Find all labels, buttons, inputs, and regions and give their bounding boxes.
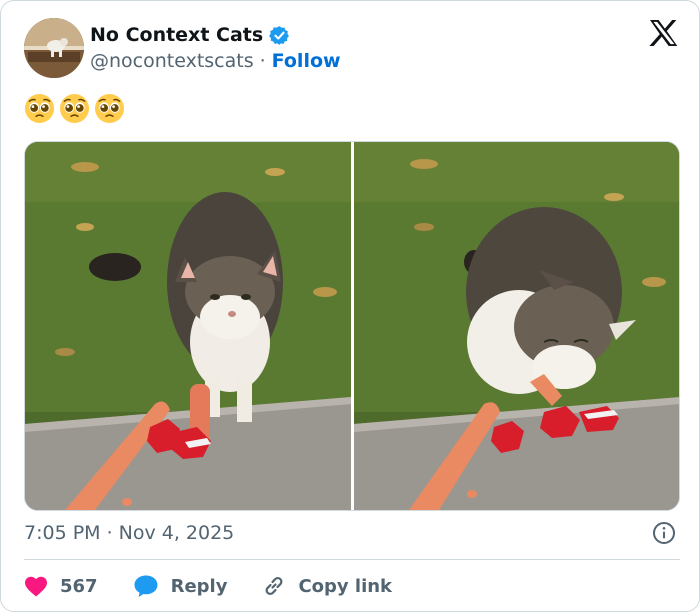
- heart-icon: [25, 576, 47, 597]
- pleading-face-emoji: [24, 93, 55, 124]
- pleading-face-emoji: [94, 93, 125, 124]
- link-icon: [266, 576, 283, 596]
- tweet-date: Nov 4, 2025: [118, 522, 235, 544]
- cat-approaching-sausages-photo[interactable]: [25, 142, 351, 510]
- tweet-time: 7:05 PM: [24, 522, 101, 544]
- reply-label: Reply: [170, 575, 228, 597]
- author-name-row: No Context Cats: [90, 22, 290, 48]
- like-count: 567: [60, 575, 98, 597]
- display-name[interactable]: No Context Cats: [90, 24, 263, 46]
- reply-bubble-icon: [134, 575, 158, 597]
- copy-link-label: Copy link: [298, 575, 393, 597]
- tweet-timestamp[interactable]: 7:05 PM · Nov 4, 2025: [24, 520, 234, 546]
- avatar[interactable]: [24, 18, 84, 78]
- x-logo-icon[interactable]: [649, 19, 679, 47]
- copy-link-button[interactable]: Copy link: [262, 574, 392, 598]
- info-icon[interactable]: [652, 521, 676, 545]
- pleading-face-emoji: [59, 93, 90, 124]
- handle-separator: ·: [259, 50, 266, 72]
- timestamp-separator: ·: [106, 522, 113, 544]
- follow-button[interactable]: Follow: [272, 50, 341, 72]
- tweet-text: [24, 93, 125, 124]
- tweet-card: No Context Cats @nocontextscats · Follow: [0, 0, 700, 612]
- like-button[interactable]: 567: [24, 575, 98, 597]
- reply-button[interactable]: Reply: [133, 574, 228, 598]
- handle[interactable]: @nocontextscats: [90, 50, 254, 72]
- author-handle-row: @nocontextscats · Follow: [90, 49, 341, 73]
- verified-badge-icon: [269, 25, 290, 46]
- cat-eating-sausage-photo[interactable]: [353, 142, 679, 510]
- divider: [24, 559, 680, 560]
- media-grid: [24, 141, 680, 511]
- action-bar: 567 Reply Copy link: [24, 571, 427, 601]
